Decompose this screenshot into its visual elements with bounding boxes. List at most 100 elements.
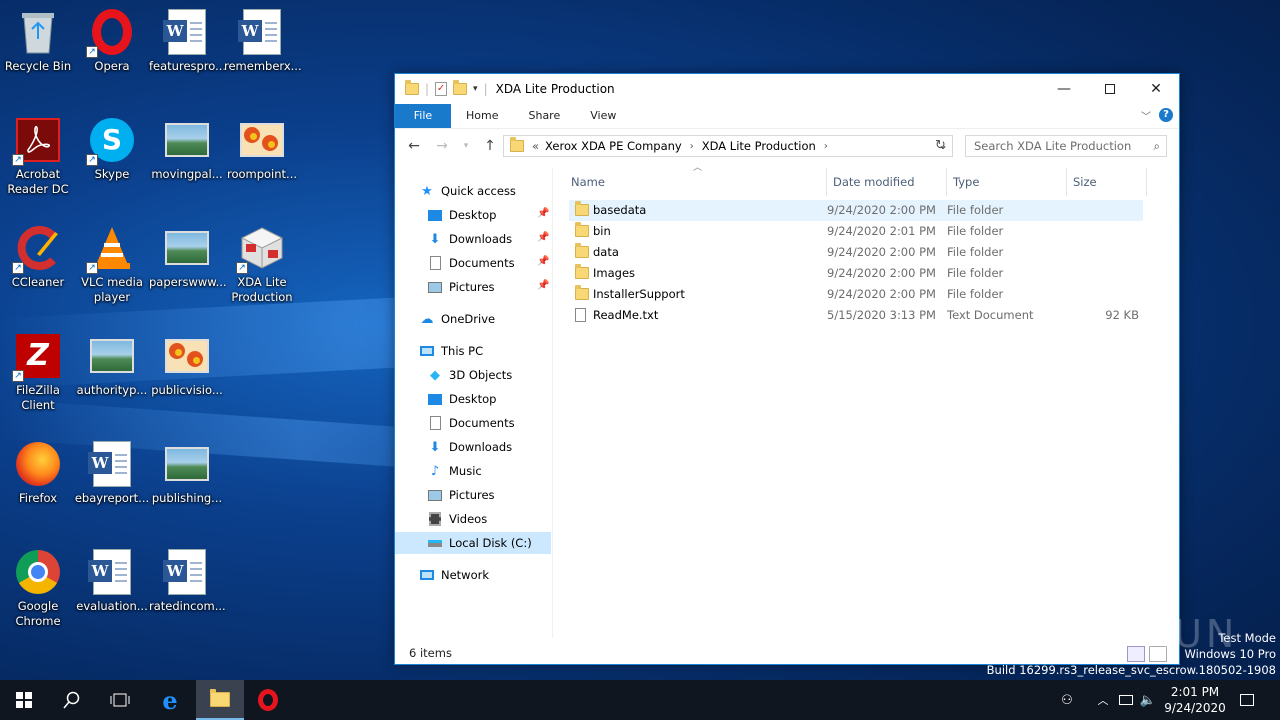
nav-this-pc[interactable]: This PC [419,340,483,362]
desktop-icon-rememberx[interactable]: W rememberx... [224,0,302,100]
column-header-name[interactable]: Name [565,168,827,196]
nav-downloads[interactable]: ⬇ Downloads [427,436,513,458]
pin-icon[interactable]: 📌 [537,280,549,291]
show-hidden-icons[interactable]: ︿ [1094,680,1112,720]
up-icon[interactable]: ↑ [481,138,499,154]
desktop-icon-filezilla[interactable]: Z ↗ FileZilla Client [0,324,76,424]
table-row[interactable]: bin 9/24/2020 2:01 PM File folder [569,221,1143,242]
table-row[interactable]: data 9/24/2020 2:00 PM File folder [569,242,1143,263]
desktop-icon-firefox[interactable]: Firefox [0,432,76,532]
pin-icon[interactable]: 📌 [537,232,549,243]
navigation-pane: ★ Quick access Desktop 📌 ⬇ Downloads 📌 Doc… [395,168,553,638]
clock[interactable]: 2:01 PM 9/24/2020 [1158,684,1232,716]
nav-qa-desktop[interactable]: Desktop [427,204,496,226]
folder-icon [405,80,419,95]
desktop-icon-evaluation[interactable]: W evaluation... [74,540,150,640]
table-row[interactable]: Images 9/24/2020 2:00 PM File folder [569,263,1143,284]
desktop-icon-recycle-bin[interactable]: Recycle Bin [0,0,76,100]
address-overflow[interactable]: « [532,139,539,153]
desktop-icon-publicvisio[interactable]: publicvisio... [149,324,225,424]
nav-local-disk[interactable]: Local Disk (C:) [395,532,551,554]
desktop-icon-ebayreport[interactable]: W ebayreport... [74,432,150,532]
task-view-button[interactable] [96,680,144,720]
action-center-icon[interactable] [1236,680,1258,720]
desktop-icon-paperswww[interactable]: paperswww... [149,216,227,316]
new-folder-icon[interactable] [453,80,468,95]
desktop-icon-acrobat[interactable]: ↗ Acrobat Reader DC [0,108,76,208]
desktop-icon-label: ebayreport... [74,491,150,505]
pin-icon[interactable]: 📌 [537,256,549,267]
column-header-date[interactable]: Date modified [827,168,947,196]
chevron-right-icon[interactable]: › [690,141,694,152]
desktop-icon-vlc[interactable]: ↗ VLC media player [74,216,150,316]
recent-locations-icon[interactable]: ▾ [461,141,471,151]
expand-ribbon-icon[interactable]: ﹀ [1141,108,1151,123]
people-icon[interactable]: ⚇ [1056,680,1078,720]
desktop-icon-label: movingpal... [151,167,223,181]
documents-icon [427,416,443,430]
help-icon[interactable]: ? [1159,108,1173,122]
nav-qa-documents[interactable]: Documents [427,252,515,274]
customize-qat-icon[interactable]: ▾ [473,84,478,94]
nav-documents[interactable]: Documents [427,412,515,434]
refresh-icon[interactable]: ↻ [935,138,946,153]
desktop-icon-ccleaner[interactable]: ↗ CCleaner [0,216,76,316]
desktop-icon-opera[interactable]: ↗ Opera [74,0,150,100]
desktop-icon-skype[interactable]: S ↗ Skype [74,108,150,208]
title-bar[interactable]: | ✓ ▾ | XDA Lite Production — ✕ [395,74,1179,104]
tab-view[interactable]: View [575,104,631,128]
desktop-icon-roompoint[interactable]: roompoint... [224,108,300,208]
desktop-icon-movingpal[interactable]: movingpal... [149,108,225,208]
tab-home[interactable]: Home [451,104,513,128]
minimize-button[interactable]: — [1041,74,1087,104]
address-bar[interactable]: « Xerox XDA PE Company › XDA Lite Produc… [503,135,953,157]
properties-icon[interactable]: ✓ [435,82,448,96]
breadcrumb-item[interactable]: Xerox XDA PE Company [545,139,682,153]
back-icon[interactable]: ← [405,138,423,154]
taskbar-opera[interactable] [244,680,292,720]
desktop-icon-featurespro[interactable]: W featurespro... [149,0,226,100]
nav-qa-pictures[interactable]: Pictures [427,276,495,298]
star-icon: ★ [421,183,433,199]
tab-file[interactable]: File [395,104,451,128]
nav-desktop[interactable]: Desktop [427,388,496,410]
desktop-icon-publishing[interactable]: publishing... [149,432,225,532]
file-explorer-window[interactable]: | ✓ ▾ | XDA Lite Production — ✕ File Hom… [394,73,1180,665]
nav-music[interactable]: ♪ Music [427,460,482,482]
close-button[interactable]: ✕ [1133,74,1179,104]
column-header-size[interactable]: Size [1067,168,1147,196]
forward-icon[interactable]: → [433,138,451,154]
nav-videos[interactable]: Videos [427,508,487,530]
nav-pictures[interactable]: Pictures [427,484,495,506]
desktop-icon-label: CCleaner [11,275,65,289]
taskbar-edge[interactable]: e [146,680,194,720]
search-button[interactable] [48,680,96,720]
start-button[interactable] [0,680,48,720]
pictures-icon [427,488,443,502]
nav-network[interactable]: Network [419,564,489,586]
maximize-button[interactable] [1087,74,1133,104]
volume-icon[interactable]: 🔈 [1138,680,1158,720]
system-info: Test Mode Windows 10 Pro Build 16299.rs3… [987,630,1276,678]
nav-qa-downloads[interactable]: ⬇ Downloads [427,228,513,250]
column-header-type[interactable]: Type [947,168,1067,196]
desktop-icon-chrome[interactable]: Google Chrome [0,540,76,640]
pin-icon[interactable]: 📌 [537,208,549,219]
nav-3d-objects[interactable]: ◆ 3D Objects [427,364,512,386]
build-text: Build 16299.rs3_release_svc_escrow.18050… [986,663,1276,677]
taskbar-file-explorer[interactable] [196,680,244,720]
network-tray-icon[interactable] [1116,680,1136,720]
desktop-icon-ratedincom[interactable]: W ratedincom... [149,540,226,640]
nav-quick-access[interactable]: ★ Quick access [419,180,516,202]
chevron-right-icon[interactable]: › [824,141,828,152]
desktop-icon-authority[interactable]: authorityp... [74,324,150,424]
breadcrumb-item[interactable]: XDA Lite Production [702,139,816,153]
nav-onedrive[interactable]: ☁ OneDrive [419,308,496,330]
table-row[interactable]: ReadMe.txt 5/15/2020 3:13 PM Text Docume… [569,305,1143,326]
navigation-bar: ← → ▾ ↑ « Xerox XDA PE Company › XDA Lit… [395,128,1179,162]
search-input[interactable]: Search XDA Lite Production ⌕ [965,135,1167,157]
table-row[interactable]: basedata 9/24/2020 2:00 PM File folder [569,200,1143,221]
desktop-icon-xda-lite[interactable]: ↗ XDA Lite Production [224,216,300,316]
tab-share[interactable]: Share [513,104,575,128]
table-row[interactable]: InstallerSupport 9/24/2020 2:00 PM File … [569,284,1143,305]
